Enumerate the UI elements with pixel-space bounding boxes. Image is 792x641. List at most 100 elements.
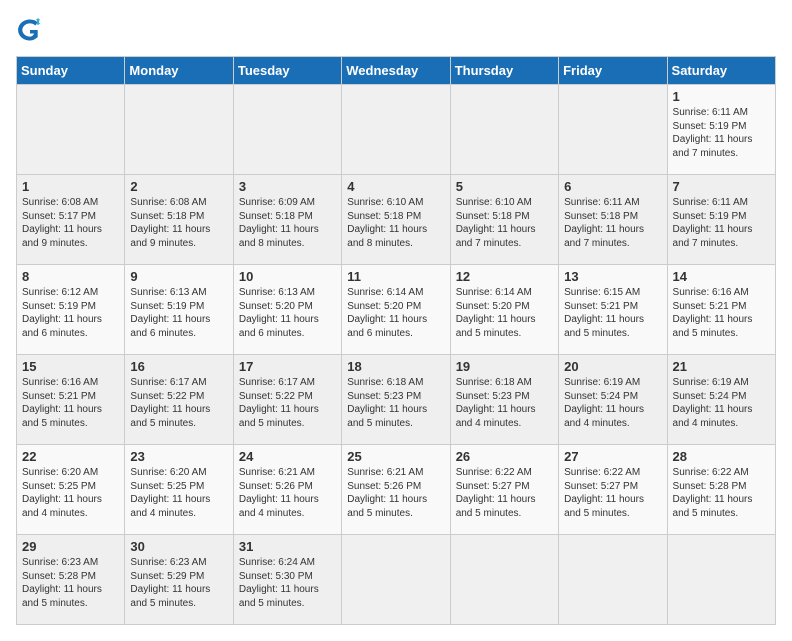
sunset-text: Sunset: 5:30 PM bbox=[239, 571, 313, 582]
day-info: Sunrise: 6:13 AM Sunset: 5:19 PM Dayligh… bbox=[130, 286, 227, 340]
day-info: Sunrise: 6:17 AM Sunset: 5:22 PM Dayligh… bbox=[130, 376, 227, 430]
day-info: Sunrise: 6:10 AM Sunset: 5:18 PM Dayligh… bbox=[456, 196, 553, 250]
calendar-cell: 29 Sunrise: 6:23 AM Sunset: 5:28 PM Dayl… bbox=[17, 535, 125, 625]
sunrise-text: Sunrise: 6:13 AM bbox=[130, 287, 206, 298]
sunrise-text: Sunrise: 6:19 AM bbox=[673, 377, 749, 388]
calendar-cell: 4 Sunrise: 6:10 AM Sunset: 5:18 PM Dayli… bbox=[342, 175, 450, 265]
sunrise-text: Sunrise: 6:11 AM bbox=[673, 107, 748, 118]
calendar-week-row: 1 Sunrise: 6:11 AM Sunset: 5:19 PM Dayli… bbox=[17, 85, 776, 175]
day-info: Sunrise: 6:16 AM Sunset: 5:21 PM Dayligh… bbox=[673, 286, 770, 340]
daylight-text: Daylight: 11 hours and 9 minutes. bbox=[22, 224, 102, 249]
sunrise-text: Sunrise: 6:20 AM bbox=[22, 467, 98, 478]
day-number: 3 bbox=[239, 179, 336, 194]
calendar-day-header: Friday bbox=[559, 57, 667, 85]
sunrise-text: Sunrise: 6:24 AM bbox=[239, 557, 315, 568]
sunrise-text: Sunrise: 6:23 AM bbox=[22, 557, 98, 568]
calendar-cell bbox=[450, 85, 558, 175]
day-number: 25 bbox=[347, 449, 444, 464]
sunrise-text: Sunrise: 6:08 AM bbox=[22, 197, 98, 208]
day-number: 20 bbox=[564, 359, 661, 374]
calendar-day-header: Sunday bbox=[17, 57, 125, 85]
day-number: 12 bbox=[456, 269, 553, 284]
sunset-text: Sunset: 5:25 PM bbox=[22, 481, 96, 492]
sunrise-text: Sunrise: 6:23 AM bbox=[130, 557, 206, 568]
daylight-text: Daylight: 11 hours and 7 minutes. bbox=[673, 134, 753, 159]
day-info: Sunrise: 6:20 AM Sunset: 5:25 PM Dayligh… bbox=[22, 466, 119, 520]
day-number: 13 bbox=[564, 269, 661, 284]
day-info: Sunrise: 6:21 AM Sunset: 5:26 PM Dayligh… bbox=[347, 466, 444, 520]
calendar-cell: 14 Sunrise: 6:16 AM Sunset: 5:21 PM Dayl… bbox=[667, 265, 775, 355]
day-number: 28 bbox=[673, 449, 770, 464]
calendar-week-row: 22 Sunrise: 6:20 AM Sunset: 5:25 PM Dayl… bbox=[17, 445, 776, 535]
calendar-cell: 28 Sunrise: 6:22 AM Sunset: 5:28 PM Dayl… bbox=[667, 445, 775, 535]
day-number: 27 bbox=[564, 449, 661, 464]
sunset-text: Sunset: 5:23 PM bbox=[347, 391, 421, 402]
day-info: Sunrise: 6:18 AM Sunset: 5:23 PM Dayligh… bbox=[456, 376, 553, 430]
calendar-day-header: Monday bbox=[125, 57, 233, 85]
day-info: Sunrise: 6:23 AM Sunset: 5:28 PM Dayligh… bbox=[22, 556, 119, 610]
calendar-cell: 1 Sunrise: 6:08 AM Sunset: 5:17 PM Dayli… bbox=[17, 175, 125, 265]
sunrise-text: Sunrise: 6:10 AM bbox=[456, 197, 532, 208]
calendar-cell: 6 Sunrise: 6:11 AM Sunset: 5:18 PM Dayli… bbox=[559, 175, 667, 265]
day-number: 1 bbox=[673, 89, 770, 104]
day-info: Sunrise: 6:22 AM Sunset: 5:27 PM Dayligh… bbox=[564, 466, 661, 520]
day-number: 5 bbox=[456, 179, 553, 194]
day-number: 26 bbox=[456, 449, 553, 464]
calendar-cell bbox=[342, 85, 450, 175]
daylight-text: Daylight: 11 hours and 5 minutes. bbox=[347, 404, 427, 429]
daylight-text: Daylight: 11 hours and 5 minutes. bbox=[564, 494, 644, 519]
calendar-cell: 16 Sunrise: 6:17 AM Sunset: 5:22 PM Dayl… bbox=[125, 355, 233, 445]
daylight-text: Daylight: 11 hours and 5 minutes. bbox=[456, 494, 536, 519]
sunset-text: Sunset: 5:29 PM bbox=[130, 571, 204, 582]
sunrise-text: Sunrise: 6:09 AM bbox=[239, 197, 315, 208]
day-number: 19 bbox=[456, 359, 553, 374]
day-info: Sunrise: 6:20 AM Sunset: 5:25 PM Dayligh… bbox=[130, 466, 227, 520]
day-number: 2 bbox=[130, 179, 227, 194]
daylight-text: Daylight: 11 hours and 6 minutes. bbox=[130, 314, 210, 339]
sunset-text: Sunset: 5:17 PM bbox=[22, 211, 96, 222]
sunrise-text: Sunrise: 6:14 AM bbox=[347, 287, 423, 298]
calendar-cell: 1 Sunrise: 6:11 AM Sunset: 5:19 PM Dayli… bbox=[667, 85, 775, 175]
sunset-text: Sunset: 5:19 PM bbox=[22, 301, 96, 312]
daylight-text: Daylight: 11 hours and 5 minutes. bbox=[239, 404, 319, 429]
daylight-text: Daylight: 11 hours and 5 minutes. bbox=[22, 404, 102, 429]
sunset-text: Sunset: 5:20 PM bbox=[456, 301, 530, 312]
day-number: 31 bbox=[239, 539, 336, 554]
day-info: Sunrise: 6:23 AM Sunset: 5:29 PM Dayligh… bbox=[130, 556, 227, 610]
day-number: 8 bbox=[22, 269, 119, 284]
daylight-text: Daylight: 11 hours and 6 minutes. bbox=[347, 314, 427, 339]
sunrise-text: Sunrise: 6:21 AM bbox=[347, 467, 423, 478]
calendar-cell: 7 Sunrise: 6:11 AM Sunset: 5:19 PM Dayli… bbox=[667, 175, 775, 265]
calendar-day-header: Saturday bbox=[667, 57, 775, 85]
day-number: 14 bbox=[673, 269, 770, 284]
calendar-day-header: Tuesday bbox=[233, 57, 341, 85]
calendar-cell: 31 Sunrise: 6:24 AM Sunset: 5:30 PM Dayl… bbox=[233, 535, 341, 625]
day-info: Sunrise: 6:18 AM Sunset: 5:23 PM Dayligh… bbox=[347, 376, 444, 430]
day-number: 4 bbox=[347, 179, 444, 194]
sunrise-text: Sunrise: 6:21 AM bbox=[239, 467, 315, 478]
sunset-text: Sunset: 5:18 PM bbox=[347, 211, 421, 222]
day-info: Sunrise: 6:19 AM Sunset: 5:24 PM Dayligh… bbox=[673, 376, 770, 430]
sunset-text: Sunset: 5:19 PM bbox=[673, 211, 747, 222]
calendar-cell: 18 Sunrise: 6:18 AM Sunset: 5:23 PM Dayl… bbox=[342, 355, 450, 445]
daylight-text: Daylight: 11 hours and 7 minutes. bbox=[564, 224, 644, 249]
calendar-cell: 5 Sunrise: 6:10 AM Sunset: 5:18 PM Dayli… bbox=[450, 175, 558, 265]
calendar-cell: 27 Sunrise: 6:22 AM Sunset: 5:27 PM Dayl… bbox=[559, 445, 667, 535]
sunrise-text: Sunrise: 6:11 AM bbox=[673, 197, 748, 208]
sunset-text: Sunset: 5:24 PM bbox=[564, 391, 638, 402]
sunset-text: Sunset: 5:21 PM bbox=[564, 301, 638, 312]
day-number: 30 bbox=[130, 539, 227, 554]
sunset-text: Sunset: 5:22 PM bbox=[130, 391, 204, 402]
day-number: 6 bbox=[564, 179, 661, 194]
calendar-week-row: 29 Sunrise: 6:23 AM Sunset: 5:28 PM Dayl… bbox=[17, 535, 776, 625]
calendar-week-row: 8 Sunrise: 6:12 AM Sunset: 5:19 PM Dayli… bbox=[17, 265, 776, 355]
daylight-text: Daylight: 11 hours and 7 minutes. bbox=[456, 224, 536, 249]
calendar-cell: 22 Sunrise: 6:20 AM Sunset: 5:25 PM Dayl… bbox=[17, 445, 125, 535]
calendar-cell: 24 Sunrise: 6:21 AM Sunset: 5:26 PM Dayl… bbox=[233, 445, 341, 535]
sunrise-text: Sunrise: 6:13 AM bbox=[239, 287, 315, 298]
sunset-text: Sunset: 5:22 PM bbox=[239, 391, 313, 402]
day-number: 29 bbox=[22, 539, 119, 554]
day-number: 16 bbox=[130, 359, 227, 374]
daylight-text: Daylight: 11 hours and 7 minutes. bbox=[673, 224, 753, 249]
day-info: Sunrise: 6:15 AM Sunset: 5:21 PM Dayligh… bbox=[564, 286, 661, 340]
